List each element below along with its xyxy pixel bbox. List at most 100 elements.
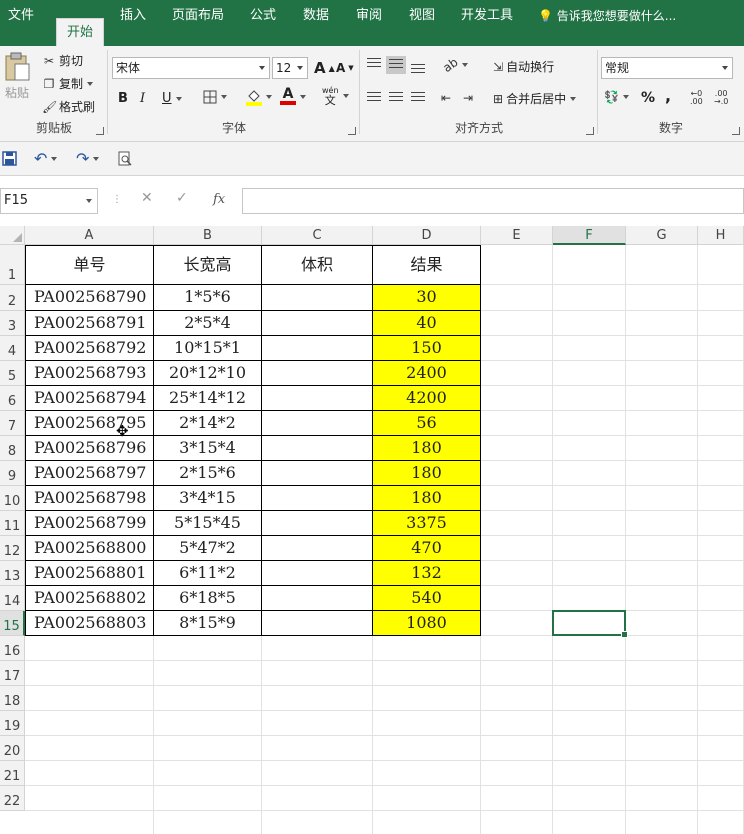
cell-a11[interactable]: PA002568799	[25, 511, 154, 536]
cell-d4[interactable]: 150	[373, 336, 481, 361]
cell-a6[interactable]: PA002568794	[25, 386, 154, 411]
row-header-5[interactable]: 5	[0, 361, 25, 386]
header-cell-b[interactable]: 长宽高	[154, 245, 262, 285]
cell-c14[interactable]	[262, 586, 373, 611]
cell-b9[interactable]: 2*15*6	[154, 461, 262, 486]
row-header-15[interactable]: 15	[0, 611, 25, 636]
save-button[interactable]	[2, 151, 17, 166]
column-header-g[interactable]: G	[626, 226, 698, 245]
print-preview-button[interactable]	[118, 151, 132, 166]
tell-me-box[interactable]: 💡 告诉我您想要做什么...	[538, 0, 676, 32]
borders-button[interactable]	[203, 90, 227, 104]
cell-d6[interactable]: 4200	[373, 386, 481, 411]
bold-button[interactable]: B	[118, 91, 128, 106]
cell-c10[interactable]	[262, 486, 373, 511]
wrap-text-button[interactable]: ⇲ 自动换行	[493, 58, 554, 75]
format-painter-button[interactable]: 🖌 格式刷	[42, 98, 95, 115]
row-header-6[interactable]: 6	[0, 386, 25, 411]
row-header-10[interactable]: 10	[0, 486, 25, 511]
row-header-9[interactable]: 9	[0, 461, 25, 486]
align-middle-button[interactable]	[386, 56, 406, 74]
header-cell-c[interactable]: 体积	[262, 245, 373, 285]
phonetic-button[interactable]: wén 文	[322, 86, 349, 106]
cell-c11[interactable]	[262, 511, 373, 536]
cell-c9[interactable]	[262, 461, 373, 486]
decrease-decimal-button[interactable]: .00 →.0	[714, 90, 728, 106]
cell-c4[interactable]	[262, 336, 373, 361]
cell-d10[interactable]: 180	[373, 486, 481, 511]
cell-d11[interactable]: 3375	[373, 511, 481, 536]
cell-b3[interactable]: 2*5*4	[154, 311, 262, 336]
cell-d15[interactable]: 1080	[373, 611, 481, 636]
row-header-16[interactable]: 16	[0, 636, 25, 661]
cell-b10[interactable]: 3*4*15	[154, 486, 262, 511]
tab-file[interactable]: 文件	[0, 0, 42, 46]
enter-icon[interactable]: ✓	[176, 190, 188, 206]
cell-a14[interactable]: PA002568802	[25, 586, 154, 611]
cell-a2[interactable]: PA002568790	[25, 285, 154, 311]
row-header-19[interactable]: 19	[0, 711, 25, 736]
cell-b2[interactable]: 1*5*6	[154, 285, 262, 311]
cell-c6[interactable]	[262, 386, 373, 411]
decrease-indent-button[interactable]: ⇤	[441, 91, 451, 105]
row-header-14[interactable]: 14	[0, 586, 25, 611]
row-header-21[interactable]: 21	[0, 761, 25, 786]
column-header-d[interactable]: D	[373, 226, 481, 245]
dialog-launcher-icon[interactable]	[348, 127, 356, 135]
cell-d3[interactable]: 40	[373, 311, 481, 336]
tab-view[interactable]: 视图	[401, 0, 443, 46]
row-header-8[interactable]: 8	[0, 436, 25, 461]
underline-button[interactable]: U	[162, 91, 182, 106]
cell-c12[interactable]	[262, 536, 373, 561]
tab-data[interactable]: 数据	[295, 0, 337, 46]
cell-a5[interactable]: PA002568793	[25, 361, 154, 386]
cell-d12[interactable]: 470	[373, 536, 481, 561]
dialog-launcher-icon[interactable]	[586, 127, 594, 135]
cell-b6[interactable]: 25*14*12	[154, 386, 262, 411]
cell-b7[interactable]: 2*14*2	[154, 411, 262, 436]
row-header-7[interactable]: 7	[0, 411, 25, 436]
cell-d7[interactable]: 56	[373, 411, 481, 436]
merge-center-button[interactable]: ⊞ 合并后居中	[493, 90, 577, 107]
cell-d14[interactable]: 540	[373, 586, 481, 611]
comma-style-button[interactable]: ,	[665, 86, 671, 105]
number-format-combo[interactable]: 常规	[601, 57, 733, 79]
tab-page-layout[interactable]: 页面布局	[166, 0, 230, 46]
align-right-button[interactable]	[411, 92, 425, 104]
formula-input[interactable]	[242, 188, 744, 214]
row-header-13[interactable]: 13	[0, 561, 25, 586]
cell-c15[interactable]	[262, 611, 373, 636]
row-header-12[interactable]: 12	[0, 536, 25, 561]
tab-home[interactable]: 开始	[56, 18, 104, 46]
tab-review[interactable]: 审阅	[348, 0, 390, 46]
cell-a3[interactable]: PA002568791	[25, 311, 154, 336]
row-header-18[interactable]: 18	[0, 686, 25, 711]
cell-d9[interactable]: 180	[373, 461, 481, 486]
dialog-launcher-icon[interactable]	[732, 127, 740, 135]
cell-b5[interactable]: 20*12*10	[154, 361, 262, 386]
cell-c5[interactable]	[262, 361, 373, 386]
italic-button[interactable]: I	[140, 91, 145, 106]
cell-b15[interactable]: 8*15*9	[154, 611, 262, 636]
column-header-b[interactable]: B	[154, 226, 262, 245]
column-header-f[interactable]: F	[553, 226, 626, 245]
cell-c3[interactable]	[262, 311, 373, 336]
fill-color-button[interactable]	[246, 88, 272, 106]
cell-c8[interactable]	[262, 436, 373, 461]
paste-button[interactable]: 粘贴	[3, 52, 31, 101]
cell-a10[interactable]: PA002568798	[25, 486, 154, 511]
grow-font-button[interactable]: A ▲	[314, 59, 335, 77]
row-header-17[interactable]: 17	[0, 661, 25, 686]
row-header-4[interactable]: 4	[0, 336, 25, 361]
redo-button[interactable]: ↷	[76, 149, 100, 168]
cell-a4[interactable]: PA002568792	[25, 336, 154, 361]
cell-b14[interactable]: 6*18*5	[154, 586, 262, 611]
cell-b12[interactable]: 5*47*2	[154, 536, 262, 561]
font-name-combo[interactable]: 宋体	[112, 57, 270, 79]
row-header-20[interactable]: 20	[0, 736, 25, 761]
orientation-button[interactable]: ab	[440, 55, 468, 75]
font-color-button[interactable]: A	[280, 87, 306, 105]
tab-formulas[interactable]: 公式	[242, 0, 284, 46]
align-bottom-button[interactable]	[411, 64, 425, 76]
select-all-button[interactable]	[0, 226, 25, 245]
